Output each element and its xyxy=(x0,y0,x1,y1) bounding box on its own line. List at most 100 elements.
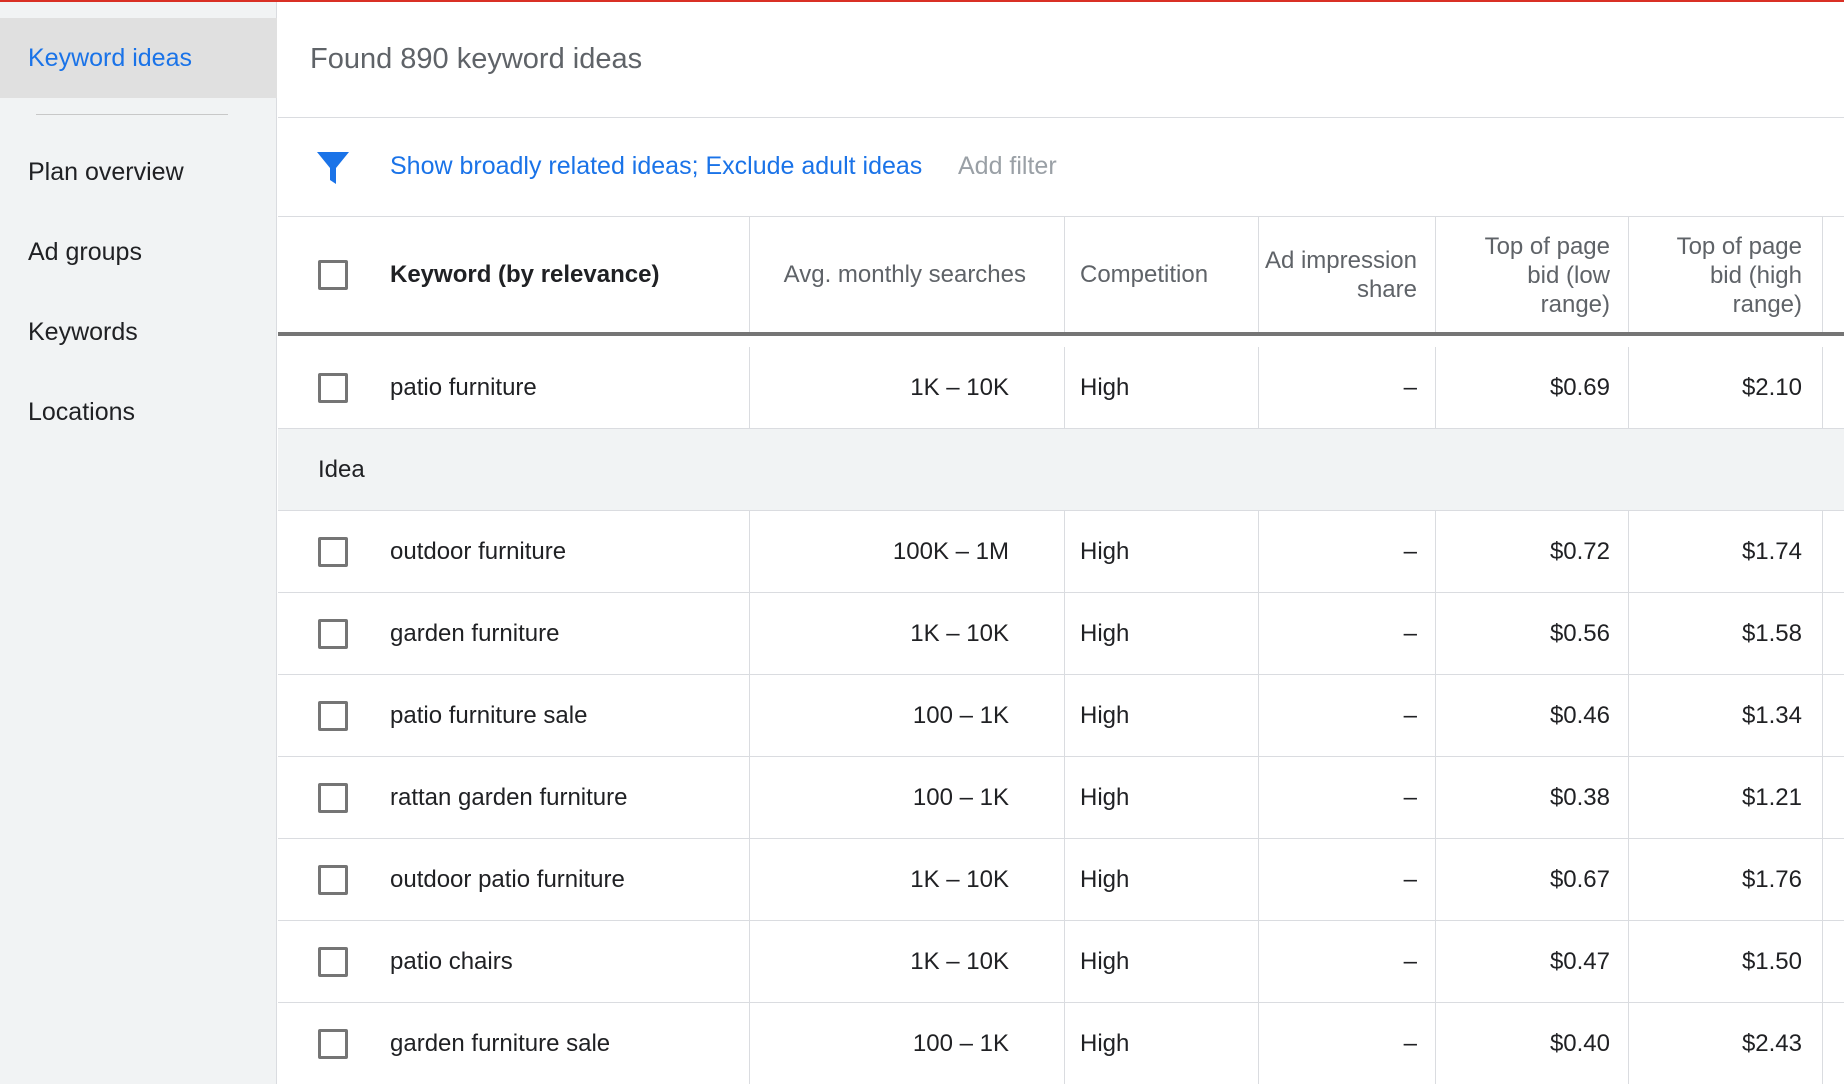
bid-low-cell: $0.38 xyxy=(1549,783,1610,811)
row-checkbox[interactable] xyxy=(318,865,348,895)
column-header-competition[interactable]: Competition xyxy=(1080,217,1260,333)
filter-bar: Show broadly related ideas; Exclude adul… xyxy=(278,118,1844,216)
keyword-cell: rattan garden furniture xyxy=(390,783,628,811)
keyword-cell: outdoor patio furniture xyxy=(390,865,625,893)
avg-searches-cell: 1K – 10K xyxy=(910,947,1009,975)
avg-searches-cell: 100 – 1K xyxy=(912,701,1009,729)
header-line: share xyxy=(1356,276,1417,303)
bid-high-cell: $1.34 xyxy=(1741,701,1802,729)
column-header-keyword[interactable]: Keyword (by relevance) xyxy=(390,217,750,333)
impression-share-cell: – xyxy=(1403,1029,1417,1057)
column-separator xyxy=(1822,921,1823,1002)
sidebar-divider xyxy=(36,114,228,115)
add-filter-button[interactable]: Add filter xyxy=(958,148,1057,184)
column-separator xyxy=(1822,347,1823,428)
header-text: Ad impression share xyxy=(1265,246,1417,304)
impression-share-cell: – xyxy=(1403,947,1417,975)
bid-low-cell: $0.46 xyxy=(1549,701,1610,729)
bid-high-cell: $1.50 xyxy=(1741,947,1802,975)
impression-share-cell: – xyxy=(1403,701,1417,729)
sidebar-item-label: Keyword ideas xyxy=(28,43,192,72)
bid-high-cell: $1.21 xyxy=(1741,783,1802,811)
column-header-top-bid-high[interactable]: Top of page bid (high range) xyxy=(1629,217,1822,333)
header-text: Top of page bid (high range) xyxy=(1677,232,1802,319)
row-checkbox[interactable] xyxy=(318,537,348,567)
impression-share-cell: – xyxy=(1403,537,1417,565)
header-bottom-rule xyxy=(278,332,1844,336)
sidebar-item-keyword-ideas[interactable]: Keyword ideas xyxy=(0,18,277,98)
keyword-cell: garden furniture xyxy=(390,619,560,647)
competition-cell: High xyxy=(1080,373,1130,401)
header-line: range) xyxy=(1540,290,1610,318)
column-header-ad-impression-share[interactable]: Ad impression share xyxy=(1259,217,1435,333)
keyword-planner-page: Keyword ideas Plan overview Ad groups Ke… xyxy=(0,0,1844,1084)
select-all-checkbox[interactable] xyxy=(318,260,348,290)
bid-high-cell: $2.10 xyxy=(1741,373,1802,401)
bid-high-cell: $1.76 xyxy=(1741,865,1802,893)
table-row[interactable]: patio furniture sale 100 – 1K High – $0.46 $1… xyxy=(278,675,1844,757)
column-separator xyxy=(1064,1003,1065,1084)
main-content: Found 890 keyword ideas Show broadly rel… xyxy=(278,2,1844,1084)
impression-share-cell: – xyxy=(1403,783,1417,811)
column-separator xyxy=(1064,757,1065,838)
table-row[interactable]: outdoor patio furniture 1K – 10K High – $0.6… xyxy=(278,839,1844,921)
row-checkbox[interactable] xyxy=(318,947,348,977)
sidebar-item-label: Keywords xyxy=(28,318,138,346)
impression-share-cell: – xyxy=(1403,373,1417,401)
table-row[interactable]: garden furniture 1K – 10K High – $0.56 $1.58 xyxy=(278,593,1844,675)
header-line: Top of page xyxy=(1484,232,1610,260)
row-checkbox[interactable] xyxy=(318,373,348,403)
column-separator xyxy=(1064,839,1065,920)
results-count-title: Found 890 keyword ideas xyxy=(310,43,643,75)
table-row[interactable]: outdoor furniture 100K – 1M High – $0.72 $1.7… xyxy=(278,511,1844,593)
bid-low-cell: $0.67 xyxy=(1549,865,1610,893)
column-separator xyxy=(1064,217,1065,333)
avg-searches-cell: 100 – 1K xyxy=(912,783,1009,811)
competition-cell: High xyxy=(1080,865,1130,893)
bid-low-cell: $0.56 xyxy=(1549,619,1610,647)
competition-cell: High xyxy=(1080,701,1130,729)
bid-low-cell: $0.72 xyxy=(1549,537,1610,565)
column-header-avg-monthly-searches[interactable]: Avg. monthly searches xyxy=(750,217,1052,333)
filter-funnel-icon[interactable] xyxy=(316,150,350,186)
keyword-cell: patio furniture xyxy=(390,373,537,401)
row-checkbox[interactable] xyxy=(318,783,348,813)
sidebar-item-keywords[interactable]: Keywords xyxy=(28,312,138,352)
sidebar-item-plan-overview[interactable]: Plan overview xyxy=(28,152,184,192)
bid-high-cell: $2.43 xyxy=(1741,1029,1802,1057)
header-line: range) xyxy=(1732,290,1802,318)
row-checkbox[interactable] xyxy=(318,1029,348,1059)
table-row[interactable]: patio furniture 1K – 10K High – $0.69 $2… xyxy=(278,347,1844,429)
avg-searches-cell: 100 – 1K xyxy=(912,1029,1009,1057)
header-line: bid (low xyxy=(1527,261,1610,289)
row-checkbox[interactable] xyxy=(318,701,348,731)
competition-cell: High xyxy=(1080,619,1130,647)
sidebar-item-ad-groups[interactable]: Ad groups xyxy=(28,232,142,272)
bid-high-cell: $1.74 xyxy=(1741,537,1802,565)
column-header-top-bid-low[interactable]: Top of page bid (low range) xyxy=(1436,217,1628,333)
column-separator xyxy=(1064,347,1065,428)
column-separator xyxy=(1064,675,1065,756)
column-separator xyxy=(1822,757,1823,838)
column-separator xyxy=(1822,593,1823,674)
sidebar-item-locations[interactable]: Locations xyxy=(28,392,135,432)
active-filters-link[interactable]: Show broadly related ideas; Exclude adul… xyxy=(390,148,922,184)
column-separator xyxy=(1064,593,1065,674)
section-header-row: Idea xyxy=(278,429,1844,511)
column-separator xyxy=(1822,675,1823,756)
table-row[interactable]: rattan garden furniture 100 – 1K High – $0.3… xyxy=(278,757,1844,839)
table-header-row: Keyword (by relevance) Avg. monthly sear… xyxy=(278,217,1844,336)
impression-share-cell: – xyxy=(1403,865,1417,893)
keyword-cell: patio chairs xyxy=(390,947,513,975)
table-row[interactable]: patio chairs 1K – 10K High – $0.47 $1.50 xyxy=(278,921,1844,1003)
row-checkbox[interactable] xyxy=(318,619,348,649)
header-text: Top of page bid (low range) xyxy=(1485,232,1610,319)
competition-cell: High xyxy=(1080,947,1130,975)
bid-low-cell: $0.69 xyxy=(1549,373,1610,401)
table-row[interactable]: garden furniture sale 100 – 1K High – $0.40 $… xyxy=(278,1003,1844,1084)
impression-share-cell: – xyxy=(1403,619,1417,647)
sidebar: Keyword ideas Plan overview Ad groups Ke… xyxy=(0,2,277,1084)
sidebar-item-label: Plan overview xyxy=(28,158,184,186)
keyword-cell: patio furniture sale xyxy=(390,701,588,729)
column-separator xyxy=(1822,217,1823,333)
